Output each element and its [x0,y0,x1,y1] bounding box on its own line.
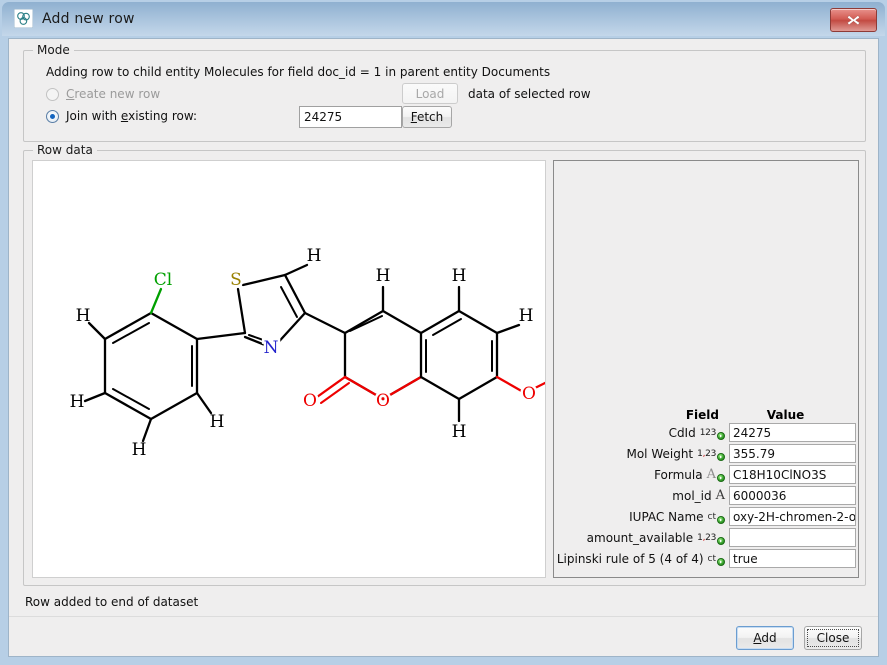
title-bar[interactable]: Add new row [2,2,885,36]
svg-text:H: H [307,246,322,266]
svg-text:O: O [522,384,536,404]
field-name-cell: IUPAC Name ct [554,510,729,524]
fields-table: Field Value CdId 123 24275 Mol Weight 1,23 35… [554,403,859,569]
radio-join-existing-row[interactable]: Join with existing row: [46,109,197,123]
svg-text:H: H [132,440,147,460]
svg-text:H: H [519,306,534,326]
radio-label-rest: reate new row [74,87,160,101]
svg-text:N: N [264,338,279,358]
svg-text:H: H [452,422,467,442]
dialog-window: Add new row Mode Adding row to child ent… [0,0,887,665]
integer-123-icon: 123 [700,426,725,439]
table-row: Formula A C18H10ClNO3S [554,464,859,485]
window-title: Add new row [42,11,135,27]
field-name-cell: amount_available 1,23 [554,531,729,545]
table-row: amount_available 1,23 [554,527,859,548]
close-button[interactable]: Close [804,626,862,650]
svg-text:H: H [452,266,467,286]
field-name-cell: CdId 123 [554,426,729,440]
table-row: Lipinski rule of 5 (4 of 4) cttrue [554,548,859,569]
table-header-row: Field Value [554,403,859,422]
field-value-input[interactable]: 24275 [729,423,856,442]
join-row-id-input[interactable] [299,106,402,128]
add-button-label: Add [753,631,776,645]
chemterm-ct-icon: ct [708,552,725,565]
editable-badge-icon [717,516,725,524]
field-label: Mol Weight [626,447,693,461]
fields-panel: Field Value CdId 123 24275 Mol Weight 1,23 35… [553,160,859,578]
decimal-123-icon: 1,23 [697,447,725,460]
status-message: Row added to end of dataset [25,595,198,609]
close-button-label: Close [817,631,850,645]
field-name-cell: mol_id A [554,489,729,503]
editable-badge-icon [717,453,725,461]
radio-button-indicator[interactable] [46,110,59,123]
radio-create-new-row[interactable]: Create new row [46,87,160,101]
field-label: CdId [669,426,696,440]
editable-badge-icon [717,474,725,482]
text-a-icon: A [716,489,725,502]
fetch-button-label: Fetch [411,110,444,124]
svg-text:H: H [376,266,391,286]
field-name-cell: Lipinski rule of 5 (4 of 4) ct [554,552,729,566]
table-row: IUPAC Name ct oxy-2H-chromen-2-one [554,506,859,527]
svg-text:H: H [210,412,225,432]
row-data-group-label: Row data [33,143,97,157]
radio-label-rest: xisting row: [128,109,197,123]
radio-create-new-row-label: Create new row [66,87,160,101]
mode-description: Adding row to child entity Molecules for… [46,65,550,79]
molecule-structure: Cl Cl S S N N O O O O O O H H [33,161,545,577]
svg-text:S: S [230,270,242,290]
load-button[interactable]: Load [402,83,458,104]
mode-group-label: Mode [33,43,74,57]
editable-badge-icon [717,558,725,566]
field-value-input[interactable]: oxy-2H-chromen-2-one [729,507,856,526]
field-label: IUPAC Name [629,510,703,524]
fetch-button[interactable]: Fetch [402,106,452,128]
dialog-content: Mode Adding row to child entity Molecule… [8,38,879,657]
column-header-field: Field [554,408,729,422]
svg-text:Cl: Cl [154,270,172,290]
field-value-input[interactable]: 355.79 [729,444,856,463]
decimal-123-icon: 1,23 [697,531,725,544]
molecule-structure-panel[interactable]: Cl Cl S S N N O O O O O O H H [32,160,546,578]
row-data-group: Row data [23,150,866,586]
field-value-input[interactable]: C18H10ClNO3S [729,465,856,484]
column-header-value: Value [729,408,859,422]
field-value-input[interactable]: true [729,549,856,568]
radio-join-existing-row-label: Join with existing row: [66,109,197,123]
chemterm-ct-icon: ct [708,510,725,523]
add-button[interactable]: Add [736,626,794,650]
add-button-rest: dd [761,631,776,645]
table-row: CdId 123 24275 [554,422,859,443]
load-caption: data of selected row [468,87,591,101]
text-a-icon: A [707,468,725,481]
table-row: Mol Weight 1,23 355.79 [554,443,859,464]
fetch-button-rest: etch [417,110,443,124]
close-icon[interactable] [830,8,877,32]
svg-text:O: O [303,391,317,411]
field-value-input[interactable]: 6000036 [729,486,856,505]
svg-text:H: H [70,392,85,412]
footer-divider [9,616,878,617]
field-label: amount_available [587,531,693,545]
svg-text:O: O [376,391,390,411]
editable-badge-icon [717,537,725,545]
field-name-cell: Formula A [554,468,729,482]
radio-label-pre: Join with [66,109,121,123]
field-name-cell: Mol Weight 1,23 [554,447,729,461]
field-label: Lipinski rule of 5 (4 of 4) [557,552,704,566]
table-row: mol_id A 6000036 [554,485,859,506]
field-label: Formula [654,468,703,482]
radio-button-indicator[interactable] [46,88,59,101]
molecule-icon [14,9,33,28]
editable-badge-icon [717,432,725,440]
mode-group: Mode Adding row to child entity Molecule… [23,50,866,142]
field-value-input[interactable] [729,528,856,547]
field-label: mol_id [672,489,711,503]
svg-text:H: H [76,306,91,326]
